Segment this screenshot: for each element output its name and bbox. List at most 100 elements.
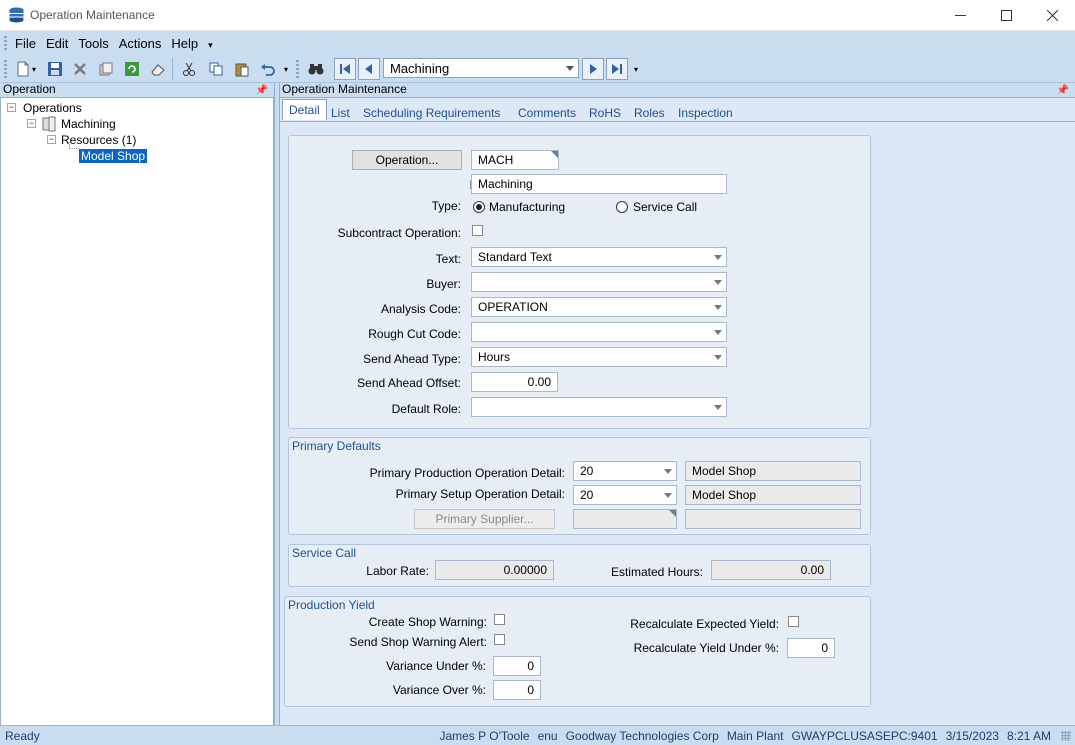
primary-production-combo[interactable]: 20 <box>573 461 677 481</box>
tab-list[interactable]: List <box>331 106 350 120</box>
previous-record-button[interactable] <box>358 58 380 80</box>
tree-collapse-icon[interactable]: − <box>7 103 16 112</box>
refresh-icon <box>125 62 139 76</box>
primary-production-value: 20 <box>580 464 594 478</box>
chevron-down-icon <box>714 305 722 310</box>
menu-help[interactable]: Help <box>166 34 203 54</box>
window-title: Operation Maintenance <box>30 8 155 22</box>
maximize-button[interactable] <box>983 0 1029 31</box>
clear-button[interactable] <box>147 58 169 80</box>
operation-code-field[interactable]: MACH <box>471 150 559 170</box>
cut-button[interactable] <box>178 58 200 80</box>
eraser-icon <box>151 64 165 76</box>
buyer-combo[interactable] <box>471 272 727 292</box>
variance-over-label: Variance Over %: <box>392 683 486 697</box>
text-combo[interactable]: Standard Text <box>471 247 727 267</box>
tab-rohs[interactable]: RoHS <box>589 106 621 120</box>
default-role-combo[interactable] <box>471 397 727 417</box>
nav-toolbar-grip[interactable] <box>296 60 299 78</box>
minimize-icon <box>954 15 966 16</box>
type-service-call-radio[interactable] <box>616 201 628 213</box>
operation-lookup-button[interactable]: Operation... <box>352 150 462 170</box>
save-button[interactable] <box>44 58 66 80</box>
tree-item-machining[interactable]: Machining <box>61 117 116 131</box>
service-call-title: Service Call <box>292 546 357 560</box>
recalculate-yield-under-field[interactable]: 0 <box>787 638 835 658</box>
nav-toolbar-overflow-button[interactable]: ▾ <box>630 58 642 80</box>
status-company: Goodway Technologies Corp <box>565 729 719 743</box>
chevron-down-icon <box>714 280 722 285</box>
status-machine: GWAYPCLUSASEPC:9401 <box>791 729 938 743</box>
undo-button[interactable] <box>257 58 279 80</box>
minimize-button[interactable] <box>937 0 983 31</box>
menu-bar: File Edit Tools Actions Help ▾ <box>10 34 218 54</box>
new-dropdown-button[interactable]: ▾ <box>28 58 40 80</box>
last-record-button[interactable] <box>606 58 628 80</box>
subcontract-checkbox[interactable] <box>472 225 483 236</box>
estimated-hours-field[interactable]: 0.00 <box>711 560 831 580</box>
tab-inspection[interactable]: Inspection <box>678 106 733 120</box>
delete-icon <box>74 63 86 75</box>
tree-collapse-icon[interactable]: − <box>27 119 36 128</box>
close-button[interactable] <box>1029 0 1075 31</box>
pin-icon[interactable]: 📌 <box>256 84 268 97</box>
type-label: Type: <box>431 199 461 213</box>
status-user: James P O'Toole <box>439 729 530 743</box>
send-ahead-type-label: Send Ahead Type: <box>363 352 461 366</box>
copy-record-button[interactable] <box>95 58 117 80</box>
tree-item-operations[interactable]: Operations <box>23 101 82 115</box>
copy-button[interactable] <box>205 58 227 80</box>
chevron-down-icon <box>714 330 722 335</box>
menu-edit[interactable]: Edit <box>41 34 73 54</box>
resize-grip-icon[interactable] <box>1061 731 1071 741</box>
chevron-down-icon <box>664 493 672 498</box>
tab-roles[interactable]: Roles <box>634 106 665 120</box>
primary-defaults-title: Primary Defaults <box>292 439 381 453</box>
toolbar-grip[interactable] <box>4 60 7 78</box>
menu-file[interactable]: File <box>10 34 41 54</box>
record-navigator-combo[interactable]: Machining <box>383 58 579 78</box>
send-shop-warning-alert-checkbox[interactable] <box>494 634 505 645</box>
next-record-button[interactable] <box>582 58 604 80</box>
recalculate-expected-yield-checkbox[interactable] <box>788 616 799 627</box>
send-shop-warning-alert-label: Send Shop Warning Alert: <box>349 635 487 649</box>
last-record-icon <box>612 64 622 74</box>
menu-tools[interactable]: Tools <box>73 34 113 54</box>
rough-cut-code-combo[interactable] <box>471 322 727 342</box>
type-manufacturing-radio[interactable] <box>473 201 485 213</box>
default-role-label: Default Role: <box>391 402 461 416</box>
tree-collapse-icon[interactable]: − <box>47 135 56 144</box>
pin-icon[interactable]: 📌 <box>1057 84 1069 97</box>
labor-rate-field[interactable]: 0.00000 <box>435 560 554 580</box>
refresh-button[interactable] <box>121 58 143 80</box>
menubar-grip[interactable] <box>4 36 7 52</box>
production-yield-title: Production Yield <box>288 598 375 612</box>
send-ahead-type-combo[interactable]: Hours <box>471 347 727 367</box>
primary-supplier-button[interactable]: Primary Supplier... <box>414 509 555 529</box>
create-shop-warning-label: Create Shop Warning: <box>368 615 487 629</box>
primary-supplier-field[interactable] <box>573 509 677 529</box>
chevron-down-icon <box>664 469 672 474</box>
binoculars-icon <box>308 64 324 75</box>
toolbar-overflow-button[interactable]: ▾ <box>280 58 292 80</box>
analysis-code-combo[interactable]: OPERATION <box>471 297 727 317</box>
tab-comments[interactable]: Comments <box>518 106 576 120</box>
tree-item-model-shop[interactable]: Model Shop <box>79 149 148 163</box>
tab-detail[interactable]: Detail <box>282 99 327 120</box>
first-record-button[interactable] <box>334 58 356 80</box>
chevron-down-icon <box>714 355 722 360</box>
create-shop-warning-checkbox[interactable] <box>494 614 505 625</box>
description-field[interactable]: Machining <box>471 174 727 194</box>
menubar-overflow-icon[interactable]: ▾ <box>203 34 218 54</box>
menu-actions[interactable]: Actions <box>114 34 167 54</box>
variance-over-field[interactable]: 0 <box>493 680 541 700</box>
delete-button[interactable] <box>69 58 91 80</box>
paste-button[interactable] <box>231 58 253 80</box>
variance-under-field[interactable]: 0 <box>493 656 541 676</box>
primary-setup-combo[interactable]: 20 <box>573 485 677 505</box>
lookup-corner-icon <box>669 510 676 517</box>
copy-record-icon <box>99 62 113 76</box>
tab-scheduling-requirements[interactable]: Scheduling Requirements <box>363 106 500 120</box>
send-ahead-offset-field[interactable]: 0.00 <box>471 372 558 392</box>
find-button[interactable] <box>305 58 327 80</box>
